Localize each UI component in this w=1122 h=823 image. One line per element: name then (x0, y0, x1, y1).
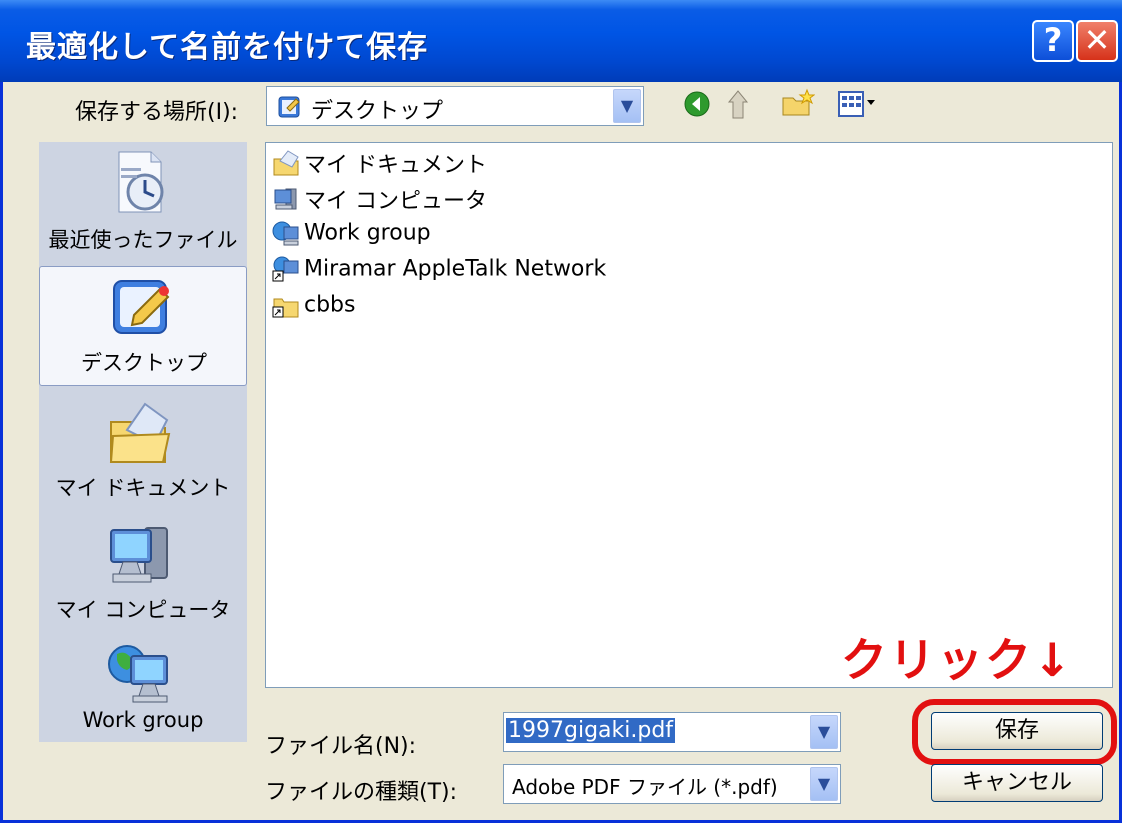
list-item[interactable]: マイ コンピュータ (272, 183, 487, 217)
file-name: cbbs (304, 292, 356, 318)
my-documents-icon (109, 402, 171, 463)
file-type-label: ファイルの種類(T): (265, 780, 458, 805)
file-name: Work group (304, 220, 431, 246)
close-button[interactable]: ✕ (1076, 20, 1118, 62)
chevron-down-icon[interactable]: ▼ (810, 767, 838, 801)
dialog-title: 最適化して名前を付けて保存 (26, 30, 429, 65)
network-icon (272, 221, 299, 246)
recent-files-icon (118, 151, 164, 213)
click-annotation: クリック↓ (841, 633, 1074, 687)
chevron-down-icon[interactable]: ▼ (810, 715, 838, 749)
file-name: マイ コンピュータ (304, 189, 487, 214)
desktop-icon (113, 280, 170, 334)
file-name: マイ ドキュメント (304, 153, 487, 178)
file-name: Miramar AppleTalk Network (304, 256, 607, 282)
file-list[interactable]: マイ ドキュメント マイ コンピュータ Work group Miramar A… (265, 142, 1113, 688)
back-icon[interactable] (683, 90, 711, 118)
save-in-combo[interactable]: デスクトップ ▼ (266, 86, 644, 126)
list-item[interactable]: マイ ドキュメント (272, 147, 487, 181)
save-in-value: デスクトップ (311, 99, 444, 124)
place-label: Work group (82, 708, 204, 732)
my-computer-icon (274, 188, 297, 210)
file-type-select[interactable]: Adobe PDF ファイル (*.pdf) ▼ (503, 764, 841, 804)
highlight-ring (912, 699, 1117, 765)
help-button[interactable]: ? (1032, 20, 1074, 62)
list-item[interactable]: Work group (272, 219, 431, 253)
save-dialog: 最適化して名前を付けて保存 ? ✕ 保存する場所(I): デスクトップ ▼ 最近… (0, 0, 1122, 823)
chevron-down-icon[interactable]: ▼ (613, 89, 641, 123)
place-label: デスクトップ (81, 351, 207, 375)
place-work-group[interactable]: Work group (39, 632, 247, 752)
place-recent-files[interactable]: 最近使ったファイル (39, 142, 247, 262)
file-name-value: 1997gigaki.pdf (506, 718, 676, 743)
list-item[interactable]: cbbs (272, 291, 356, 325)
my-computer-icon (110, 527, 168, 583)
network-shortcut-icon (272, 256, 299, 282)
place-label: マイ ドキュメント (55, 476, 231, 500)
save-in-label: 保存する場所(I): (75, 100, 239, 125)
file-name-label: ファイル名(N): (265, 734, 417, 759)
places-bar: 最近使ったファイル デスクトップ マイ ドキュメント マイ コンピュータ Wor… (39, 142, 247, 742)
folder-shortcut-icon (272, 298, 299, 318)
desktop-icon (278, 96, 300, 118)
file-type-value: Adobe PDF ファイル (*.pdf) (512, 775, 778, 799)
up-folder-icon[interactable] (727, 88, 757, 120)
place-my-computer[interactable]: マイ コンピュータ (39, 514, 247, 634)
file-name-input[interactable]: 1997gigaki.pdf ▼ (503, 712, 841, 752)
place-my-documents[interactable]: マイ ドキュメント (39, 392, 247, 512)
view-menu-icon[interactable] (837, 90, 877, 118)
network-globe-icon (108, 645, 168, 703)
cancel-button[interactable]: キャンセル (931, 764, 1103, 802)
my-documents-icon (273, 150, 299, 176)
new-folder-icon[interactable] (781, 88, 815, 118)
place-desktop[interactable]: デスクトップ (39, 266, 247, 386)
title-bar[interactable]: 最適化して名前を付けて保存 ? ✕ (0, 0, 1122, 82)
list-item[interactable]: Miramar AppleTalk Network (272, 255, 606, 289)
place-label: 最近使ったファイル (48, 228, 238, 252)
place-label: マイ コンピュータ (55, 598, 231, 622)
